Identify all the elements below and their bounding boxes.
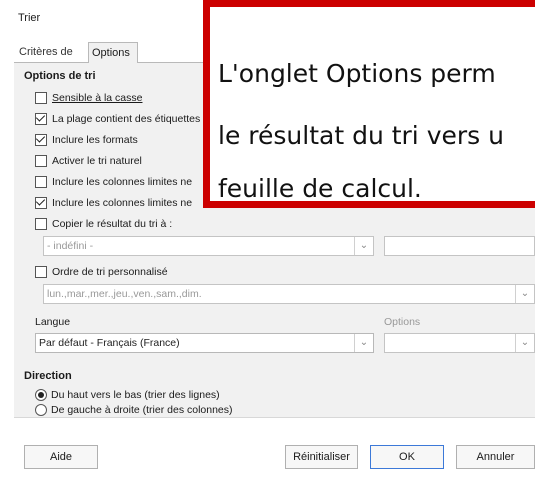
checkbox-box[interactable] xyxy=(35,134,47,146)
case-sensitive-checkbox[interactable]: Sensible à la casse xyxy=(35,90,142,106)
chevron-down-icon[interactable]: ⌄ xyxy=(515,334,534,352)
include-formats-checkbox[interactable]: Inclure les formats xyxy=(35,132,138,148)
callout-line-1: L'onglet Options perm xyxy=(218,59,496,88)
custom-sort-order-checkbox[interactable]: Ordre de tri personnalisé xyxy=(35,264,168,280)
options-label: Options xyxy=(384,316,421,328)
options-select[interactable]: ⌄ xyxy=(384,333,535,353)
copy-result-range-select[interactable]: - indéfini - ⌄ xyxy=(43,236,374,256)
radio-button[interactable] xyxy=(35,389,47,401)
custom-sort-order-select[interactable]: lun.,mar.,mer.,jeu.,ven.,sam.,dim. ⌄ xyxy=(43,284,535,304)
copy-result-checkbox[interactable]: Copier le résultat du tri à : xyxy=(35,216,172,232)
direction-left-to-right-radio[interactable]: De gauche à droite (trier des colonnes) xyxy=(35,402,233,418)
tab-options[interactable]: Options xyxy=(88,42,138,63)
natural-sort-checkbox[interactable]: Activer le tri naturel xyxy=(35,153,142,169)
checkbox-box[interactable] xyxy=(35,92,47,104)
chevron-down-icon[interactable]: ⌄ xyxy=(354,237,373,255)
checkbox-box[interactable] xyxy=(35,176,47,188)
callout-line-3: feuille de calcul. xyxy=(218,174,422,203)
callout-line-2: le résultat du tri vers u xyxy=(218,121,504,150)
include-boundary-columns-checkbox-2[interactable]: Inclure les colonnes limites ne xyxy=(35,195,192,211)
sort-options-heading: Options de tri xyxy=(24,70,96,82)
bottom-separator xyxy=(14,417,535,418)
ok-button[interactable]: OK xyxy=(370,445,444,469)
language-label: Langue xyxy=(35,316,71,328)
chevron-down-icon[interactable]: ⌄ xyxy=(515,285,534,303)
reset-button[interactable]: Réinitialiser xyxy=(285,445,358,469)
dialog-title: Trier xyxy=(18,12,41,24)
checkbox-box[interactable] xyxy=(35,266,47,278)
copy-result-target-input[interactable] xyxy=(384,236,535,256)
chevron-down-icon[interactable]: ⌄ xyxy=(354,334,373,352)
language-select[interactable]: Par défaut - Français (France) ⌄ xyxy=(35,333,374,353)
checkbox-box[interactable] xyxy=(35,218,47,230)
cancel-button[interactable]: Annuler xyxy=(456,445,535,469)
include-boundary-columns-checkbox-1[interactable]: Inclure les colonnes limites ne xyxy=(35,174,192,190)
direction-top-to-bottom-radio[interactable]: Du haut vers le bas (trier des lignes) xyxy=(35,387,220,403)
help-button[interactable]: Aide xyxy=(24,445,98,469)
tab-gap xyxy=(89,62,137,63)
checkbox-box[interactable] xyxy=(35,197,47,209)
radio-button[interactable] xyxy=(35,404,47,416)
range-has-labels-checkbox[interactable]: La plage contient des étiquettes xyxy=(35,111,200,127)
checkbox-box[interactable] xyxy=(35,113,47,125)
direction-heading: Direction xyxy=(24,370,72,382)
tab-sort-criteria[interactable]: Critères de tri xyxy=(16,42,88,78)
callout-box: L'onglet Options perm le résultat du tri… xyxy=(203,0,535,208)
checkbox-box[interactable] xyxy=(35,155,47,167)
